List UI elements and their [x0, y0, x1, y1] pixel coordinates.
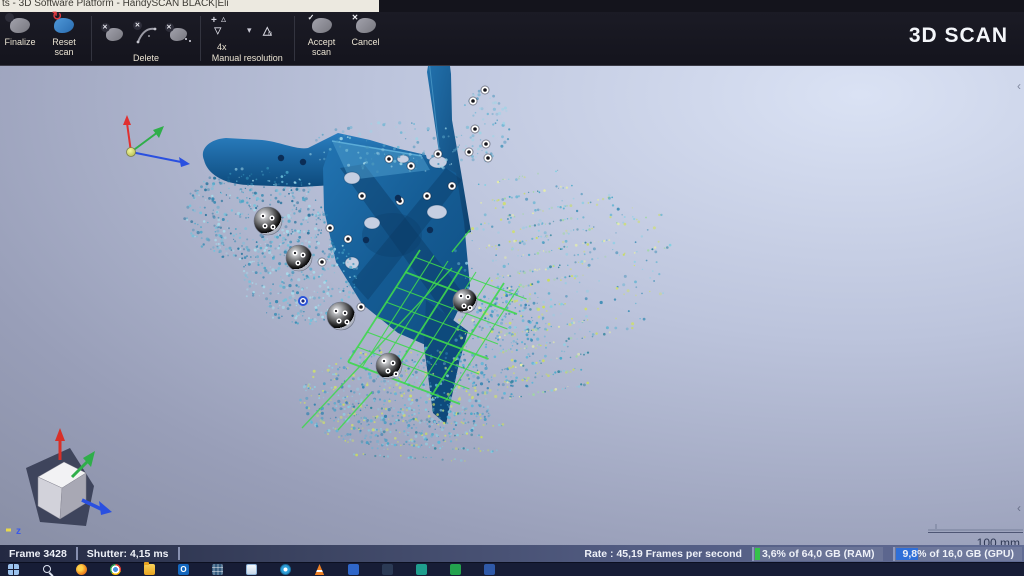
scale-bar-label: 100 mm	[977, 536, 1020, 545]
delete-points-button[interactable]: ✕	[166, 26, 190, 43]
axis-hint-label: z	[16, 526, 21, 537]
axis-triad-icon	[123, 115, 190, 167]
reset-scan-button[interactable]: ↻ Reset scan	[40, 12, 88, 65]
ram-usage-bar	[755, 548, 760, 560]
window-title-bar: ts - 3D Software Platform - HandySCAN BL…	[0, 0, 1024, 12]
delete-spline-icon: ✕	[135, 24, 157, 44]
target-dot-icon	[5, 13, 14, 22]
scan-viewport[interactable]: z 100 mm ‹ ‹	[0, 66, 1024, 545]
finalize-mesh-icon	[10, 18, 30, 33]
cancel-label: Cancel	[352, 37, 380, 47]
taskbar-icon-tile-green[interactable]	[450, 564, 461, 575]
finalize-button[interactable]: Finalize	[0, 12, 40, 65]
taskbar-icon-start[interactable]	[8, 564, 19, 575]
manual-resolution-group: + ▵ ▿ 4x ▾ ▵ ○ Manual resolution	[204, 12, 291, 65]
delete-spline-button[interactable]: ✕	[134, 22, 158, 46]
delete-mesh-button[interactable]: ✕	[102, 26, 126, 43]
taskbar-icon-clock[interactable]	[280, 564, 291, 575]
taskbar-icon-notepad[interactable]	[246, 564, 257, 575]
taskbar-icon-tile-dark[interactable]	[382, 564, 393, 575]
delete-x-icon: ✕	[165, 23, 174, 32]
reset-scan-label: Reset scan	[43, 37, 85, 58]
cancel-icon: ✕	[356, 18, 376, 33]
shutter-value: Shutter: 4,15 ms	[78, 548, 178, 560]
status-divider	[76, 547, 78, 560]
manual-resolution-label: Manual resolution	[212, 53, 283, 63]
window-title: ts - 3D Software Platform - HandySCAN BL…	[0, 0, 1024, 12]
ram-usage-label: 3,6% of 64,0 GB (RAM)	[762, 548, 875, 560]
panel-chevron-top-icon[interactable]: ‹	[1017, 80, 1021, 92]
status-bar: Frame 3428 Shutter: 4,15 ms Rate : 45,19…	[0, 545, 1024, 562]
taskbar-icon-vlc[interactable]	[314, 564, 325, 575]
panel-chevron-bottom-icon[interactable]: ‹	[1017, 502, 1021, 514]
circle-icon: ○	[268, 28, 273, 38]
optimize-mesh-button[interactable]: ▵ ○	[260, 19, 284, 45]
cancel-button[interactable]: ✕ Cancel	[346, 12, 386, 65]
status-divider	[178, 547, 180, 560]
view-cube[interactable]: z	[6, 428, 112, 537]
finalize-label: Finalize	[4, 37, 35, 47]
toolbar-separator	[91, 16, 92, 61]
scan-scene-svg: z 100 mm	[0, 66, 1024, 545]
ribbon-toolbar: Finalize ↻ Reset scan ✕	[0, 12, 1024, 66]
multiplier-value: 4x	[217, 42, 227, 52]
taskbar-icon-tile-teal[interactable]	[416, 564, 427, 575]
frame-rate: Rate : 45,19 Frames per second	[584, 548, 742, 560]
toolbar-separator	[200, 16, 201, 61]
resolution-multiplier-button[interactable]: + ▵ ▿ 4x	[211, 18, 239, 50]
delete-points-icon: ✕	[170, 28, 187, 41]
gpu-usage: 9,8% of 16,0 GB (GPU)	[893, 547, 1022, 561]
reset-arrow-icon: ↻	[51, 10, 63, 22]
triangle-down-icon: ▿	[214, 21, 222, 39]
taskbar-icon-search[interactable]	[42, 564, 53, 575]
taskbar-icon-chrome[interactable]	[110, 564, 121, 575]
taskbar-icon-tile-blue[interactable]	[348, 564, 359, 575]
frame-counter: Frame 3428	[0, 548, 76, 560]
delete-group: ✕ ✕ ✕	[95, 12, 197, 65]
windows-taskbar	[0, 562, 1024, 576]
resolution-dropdown-caret[interactable]: ▾	[247, 25, 252, 36]
taskbar-icon-explorer[interactable]	[144, 564, 155, 575]
check-icon: ✓	[307, 13, 316, 22]
delete-x-icon: ✕	[101, 23, 110, 32]
reset-scan-mesh-icon: ↻	[54, 18, 74, 33]
gpu-usage-label: 9,8% of 16,0 GB (GPU)	[903, 548, 1014, 560]
taskbar-icon-firefox[interactable]	[76, 564, 87, 575]
3d-scan-logo: 3D SCAN	[909, 24, 1008, 48]
accept-scan-label: Accept scan	[301, 37, 343, 58]
scale-bar: 100 mm	[928, 524, 1023, 545]
taskbar-icon-tile-blue2[interactable]	[484, 564, 495, 575]
delete-group-label: Delete	[133, 53, 159, 63]
accept-scan-button[interactable]: ✓ Accept scan	[298, 12, 346, 65]
taskbar-icon-outlook[interactable]	[178, 564, 189, 575]
toolbar-separator	[294, 16, 295, 61]
taskbar-icon-calculator[interactable]	[212, 564, 223, 575]
delete-x-icon: ✕	[133, 21, 142, 30]
ram-usage: 3,6% of 64,0 GB (RAM)	[752, 547, 883, 561]
accept-scan-icon: ✓	[312, 18, 332, 33]
delete-mesh-icon: ✕	[106, 28, 123, 41]
x-icon: ✕	[351, 13, 360, 22]
points-dots-icon	[185, 38, 191, 42]
